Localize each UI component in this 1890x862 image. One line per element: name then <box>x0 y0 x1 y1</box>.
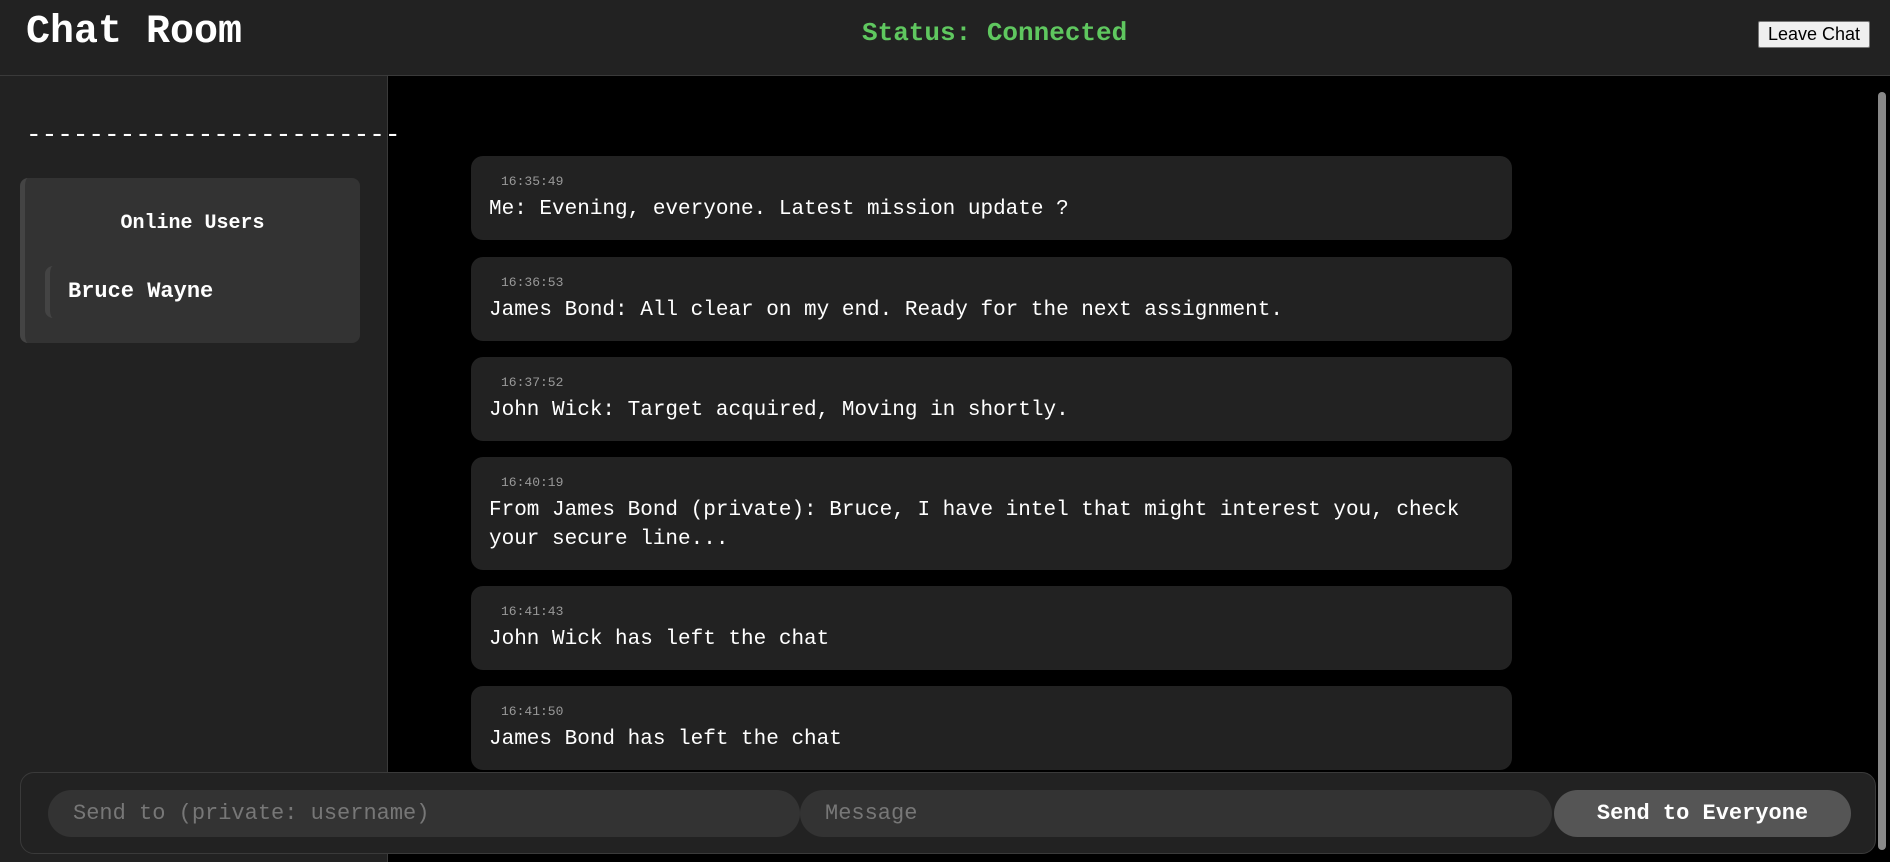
header-bar: Chat Room Status: Connected Leave Chat <box>0 0 1890 76</box>
chat-message: 16:41:50 James Bond has left the chat <box>471 686 1512 770</box>
send-to-everyone-button[interactable]: Send to Everyone <box>1554 790 1851 837</box>
leave-chat-button[interactable]: Leave Chat <box>1758 21 1870 48</box>
message-text: James Bond has left the chat <box>489 728 842 751</box>
message-timestamp: 16:41:43 <box>501 604 564 619</box>
chat-message: 16:41:43 John Wick has left the chat <box>471 586 1512 670</box>
message-list-scrollbar[interactable] <box>1878 92 1886 850</box>
online-users-heading: Online Users <box>120 212 265 235</box>
message-text: From James Bond (private): Bruce, I have… <box>489 499 1460 551</box>
message-timestamp: 16:37:52 <box>501 375 564 390</box>
message-text: James Bond: All clear on my end. Ready f… <box>489 299 1283 322</box>
message-timestamp: 16:40:19 <box>501 475 564 490</box>
online-users-panel: Online Users Bruce Wayne <box>20 178 360 343</box>
sidebar-divider: ------------------------ <box>26 120 401 150</box>
online-user-name: Bruce Wayne <box>68 279 214 304</box>
message-text: John Wick has left the chat <box>489 628 830 651</box>
chat-message: 16:36:53 James Bond: All clear on my end… <box>471 257 1512 341</box>
message-text: Me: Evening, everyone. Latest mission up… <box>489 198 1069 221</box>
message-text: John Wick: Target acquired, Moving in sh… <box>489 399 1069 422</box>
connection-status: Status: Connected <box>862 18 1128 48</box>
chat-message: 16:35:49 Me: Evening, everyone. Latest m… <box>471 156 1512 240</box>
sidebar: ------------------------ Online Users Br… <box>0 76 400 862</box>
page-title: Chat Room <box>26 10 243 55</box>
private-recipient-input[interactable] <box>48 790 800 837</box>
chat-message: 16:37:52 John Wick: Target acquired, Mov… <box>471 357 1512 441</box>
message-composer: Send to Everyone <box>20 772 1876 854</box>
message-input[interactable] <box>800 790 1552 837</box>
message-timestamp: 16:35:49 <box>501 174 564 189</box>
online-user-item[interactable]: Bruce Wayne <box>45 266 345 318</box>
message-timestamp: 16:41:50 <box>501 704 564 719</box>
message-list[interactable]: 16:35:49 Me: Evening, everyone. Latest m… <box>388 76 1878 862</box>
chat-message: 16:40:19 From James Bond (private): Bruc… <box>471 457 1512 570</box>
message-timestamp: 16:36:53 <box>501 275 564 290</box>
